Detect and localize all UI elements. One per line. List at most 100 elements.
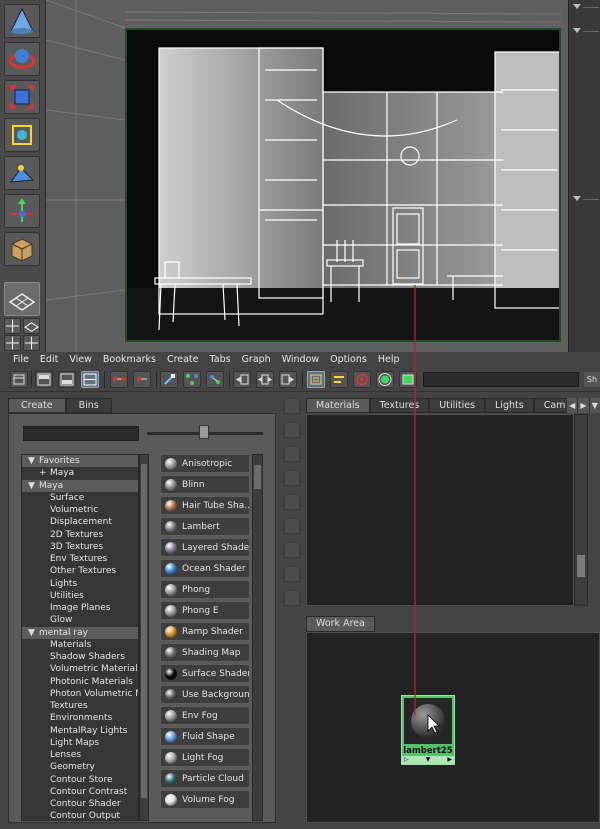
shader-create-button[interactable]: Layered Shader xyxy=(160,538,250,557)
menu-window[interactable]: Window xyxy=(282,354,319,365)
scroll-right-icon[interactable]: ▶ xyxy=(577,398,588,413)
tree-item[interactable]: Shadow Shaders xyxy=(22,651,138,663)
shader-node-lambert[interactable]: lambert25 ▷ ▼ ▶ xyxy=(401,695,455,765)
node-input-port-icon[interactable]: ▷ xyxy=(404,756,409,764)
tree-item[interactable]: Photon Volumetric Ma... xyxy=(22,688,138,700)
bin-icon[interactable] xyxy=(284,590,300,606)
menu-create[interactable]: Create xyxy=(167,354,199,365)
shader-create-button[interactable]: Surface Shader xyxy=(160,664,250,683)
tree-item[interactable]: + Maya xyxy=(22,467,138,479)
graph-icon[interactable] xyxy=(284,566,300,582)
columns-icon[interactable] xyxy=(284,542,300,558)
list-view-icon[interactable] xyxy=(284,446,300,462)
menu-graph[interactable]: Graph xyxy=(242,354,271,365)
shader-create-button[interactable]: Phong xyxy=(160,580,250,599)
tree-item[interactable]: Surface xyxy=(22,492,138,504)
shader-create-button[interactable]: Ocean Shader xyxy=(160,559,250,578)
input-connections-icon[interactable] xyxy=(233,371,251,388)
move-tool-icon[interactable] xyxy=(4,194,40,228)
ipr-render-icon[interactable] xyxy=(376,371,394,388)
layout-top-icon[interactable] xyxy=(35,371,53,388)
tab-create[interactable]: Create xyxy=(8,398,66,413)
tree-item[interactable]: Displacement xyxy=(22,516,138,528)
tree-item[interactable]: Image Planes xyxy=(22,602,138,614)
tree-item[interactable]: Lights xyxy=(22,578,138,590)
cone-primitive-icon[interactable] xyxy=(4,4,40,38)
shader-create-button[interactable]: Blinn xyxy=(160,475,250,494)
tree-item[interactable]: Utilities xyxy=(22,590,138,602)
layout-split-icon[interactable] xyxy=(81,371,99,388)
tree-item[interactable]: ▼ mental ray xyxy=(22,626,138,639)
shader-create-button[interactable]: Anisotropic xyxy=(160,454,250,473)
render-target-icon[interactable] xyxy=(353,371,371,388)
tree-item[interactable]: Lenses xyxy=(22,749,138,761)
shader-create-button[interactable]: Volume Fog xyxy=(160,790,250,809)
attr-section-collapse[interactable] xyxy=(571,4,599,14)
menu-file[interactable]: File xyxy=(13,354,29,365)
tree-item[interactable]: Photonic Materials xyxy=(22,676,138,688)
menu-options[interactable]: Options xyxy=(330,354,367,365)
tree-item[interactable]: Materials xyxy=(22,639,138,651)
tree-item[interactable]: Env Textures xyxy=(22,553,138,565)
deform-mesh-icon[interactable] xyxy=(4,156,40,190)
shader-create-button[interactable]: Light Fog xyxy=(160,748,250,767)
clear-graph-icon[interactable] xyxy=(160,371,178,388)
tree-item[interactable]: Glow xyxy=(22,614,138,626)
attr-section-collapse[interactable] xyxy=(571,196,599,206)
rearrange-graph-icon[interactable] xyxy=(183,371,201,388)
materials-swatch-area[interactable] xyxy=(306,414,574,606)
graph-inputs-icon[interactable] xyxy=(133,371,151,388)
grid-view-icon[interactable] xyxy=(284,422,300,438)
filter-icon[interactable] xyxy=(284,518,300,534)
hypershade-settings-icon[interactable] xyxy=(399,371,417,388)
texture-box-icon[interactable] xyxy=(4,232,40,266)
tab-work-area[interactable]: Work Area xyxy=(306,616,375,632)
attr-section-collapse[interactable] xyxy=(571,28,599,38)
shader-create-button[interactable]: Env Fog xyxy=(160,706,250,725)
graph-materials-icon[interactable] xyxy=(206,371,224,388)
tab-lights[interactable]: Lights xyxy=(485,398,534,413)
expand-icon[interactable] xyxy=(284,398,300,414)
tree-item[interactable]: Contour Output xyxy=(22,810,138,820)
graph-network-icon[interactable] xyxy=(110,371,128,388)
tree-item[interactable]: Contour Store xyxy=(22,774,138,786)
tree-expander-icon[interactable]: ▼ xyxy=(28,480,39,492)
tab-menu-icon[interactable]: ▼ xyxy=(588,398,600,413)
layout-bottom-icon[interactable] xyxy=(58,371,76,388)
tree-expander-icon[interactable]: ▼ xyxy=(28,627,39,639)
perspective-viewport[interactable] xyxy=(46,0,568,352)
shader-create-button[interactable]: Hair Tube Sha... xyxy=(160,496,250,515)
shader-create-button[interactable]: Use Background xyxy=(160,685,250,704)
tree-item[interactable]: Volumetric Materials xyxy=(22,663,138,675)
tree-expander-icon[interactable]: + xyxy=(39,467,50,479)
tree-item[interactable]: Light Maps xyxy=(22,737,138,749)
layout-two-icon[interactable] xyxy=(23,335,40,351)
tree-item[interactable]: Environments xyxy=(22,712,138,724)
tree-item[interactable]: Other Textures xyxy=(22,565,138,577)
tree-item[interactable]: ▼ Favorites xyxy=(22,455,138,468)
scroll-left-icon[interactable]: ◀ xyxy=(566,398,577,413)
category-scrollbar[interactable] xyxy=(139,454,149,821)
tree-item[interactable]: MentalRay Lights xyxy=(22,725,138,737)
hypershade-search-field[interactable] xyxy=(423,372,579,387)
tab-bins[interactable]: Bins xyxy=(65,398,112,413)
tree-item[interactable]: ▼ Maya xyxy=(22,479,138,492)
node-output-port-icon[interactable]: ▶ xyxy=(447,756,452,764)
tab-materials[interactable]: Materials xyxy=(306,398,370,413)
tree-item[interactable]: Contour Contrast xyxy=(22,786,138,798)
menu-tabs[interactable]: Tabs xyxy=(210,354,231,365)
layout-four-icon[interactable] xyxy=(4,335,21,351)
node-expand-icon[interactable]: ▼ xyxy=(426,756,431,764)
shader-list-scrollbar[interactable] xyxy=(252,454,263,821)
tree-item[interactable]: 2D Textures xyxy=(22,529,138,541)
bounding-box-icon[interactable] xyxy=(4,118,40,152)
materials-scrollbar[interactable] xyxy=(574,414,588,606)
tree-item[interactable]: Volumetric xyxy=(22,504,138,516)
scale-cube-icon[interactable] xyxy=(4,80,40,114)
attribute-list-icon[interactable] xyxy=(330,371,348,388)
shader-create-button[interactable]: Shading Map xyxy=(160,643,250,662)
tab-textures[interactable]: Textures xyxy=(369,398,430,413)
tree-expander-icon[interactable]: ▼ xyxy=(28,455,39,467)
shader-create-button[interactable]: Lambert xyxy=(160,517,250,536)
shader-create-button[interactable]: Ramp Shader xyxy=(160,622,250,641)
